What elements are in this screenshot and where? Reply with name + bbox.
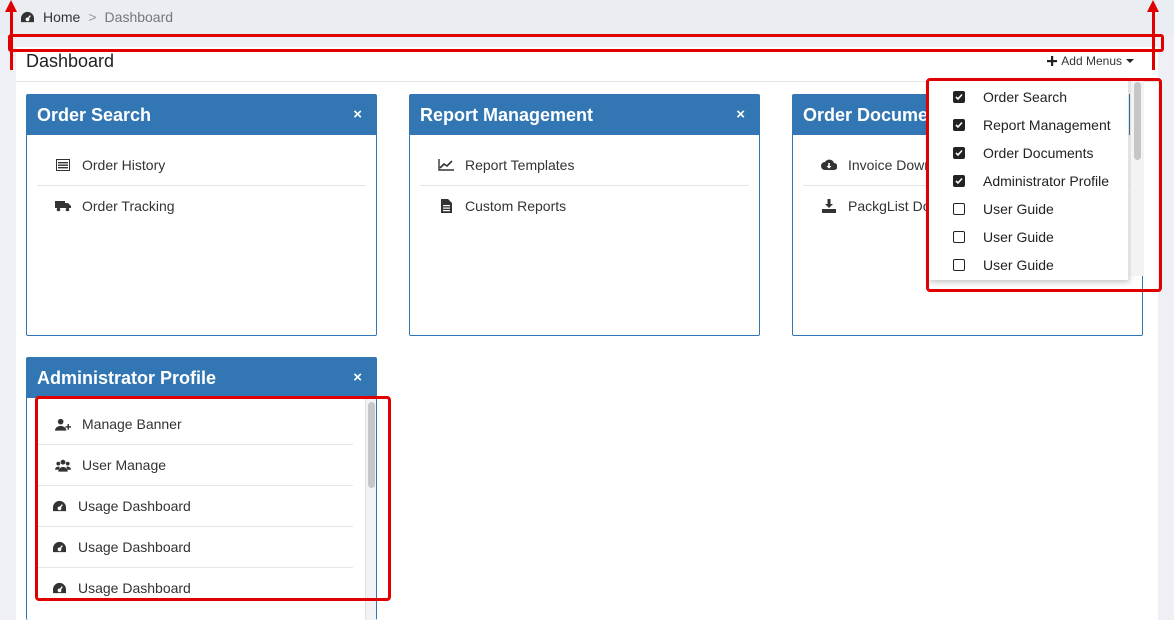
cloud-download-icon (821, 157, 837, 173)
menu-item-label: Order Tracking (82, 198, 175, 214)
menu-item-label: Custom Reports (465, 198, 567, 214)
annotation-highlight-bar (8, 34, 1164, 52)
menu-item-report-templates[interactable]: Report Templates (420, 145, 749, 186)
annotation-arrow-left (10, 6, 13, 70)
arrow-up-icon (1147, 0, 1159, 12)
file-text-icon (438, 198, 454, 214)
menu-item-label: Order History (82, 157, 166, 173)
annotation-arrow-right (1152, 6, 1155, 70)
menu-item-label: Report Templates (465, 157, 575, 173)
breadcrumb-current: Dashboard (104, 9, 174, 25)
close-icon[interactable]: × (353, 106, 362, 123)
breadcrumb: Home > Dashboard (20, 9, 173, 25)
breadcrumb-bar: Home > Dashboard (0, 0, 1174, 34)
panel-header: Order Search × (27, 95, 376, 135)
arrow-up-icon (5, 0, 17, 12)
line-chart-icon (438, 157, 454, 173)
panel-title: Report Management (420, 104, 594, 125)
page-header: Dashboard Add Menus (16, 47, 1158, 82)
panel-header: Administrator Profile × (27, 358, 376, 398)
list-icon (55, 157, 71, 173)
add-menus-button[interactable]: Add Menus (1047, 54, 1134, 68)
annotation-box-admin-list (35, 396, 391, 601)
plus-icon (1047, 56, 1058, 66)
order-search-panel: Order Search × Order History Order Track… (26, 94, 377, 336)
page-title: Dashboard (26, 51, 115, 71)
panel-title: Order Search (37, 104, 152, 125)
close-icon[interactable]: × (736, 106, 745, 123)
breadcrumb-home-link[interactable]: Home (43, 9, 80, 25)
dashboard-icon (21, 11, 34, 22)
panel-header: Report Management × (410, 95, 759, 135)
menu-item-order-history[interactable]: Order History (37, 145, 366, 186)
menu-item-order-tracking[interactable]: Order Tracking (37, 186, 366, 226)
truck-icon (55, 198, 71, 214)
panel-title: Administrator Profile (37, 367, 217, 388)
breadcrumb-separator: > (88, 9, 97, 25)
annotation-box-dropdown (926, 78, 1162, 292)
add-menus-label: Add Menus (1061, 54, 1122, 68)
menu-item-custom-reports[interactable]: Custom Reports (420, 186, 749, 226)
download-icon (821, 198, 837, 214)
caret-down-icon (1126, 59, 1134, 63)
report-management-panel: Report Management × Report Templates Cus… (409, 94, 760, 336)
close-icon[interactable]: × (353, 369, 362, 386)
